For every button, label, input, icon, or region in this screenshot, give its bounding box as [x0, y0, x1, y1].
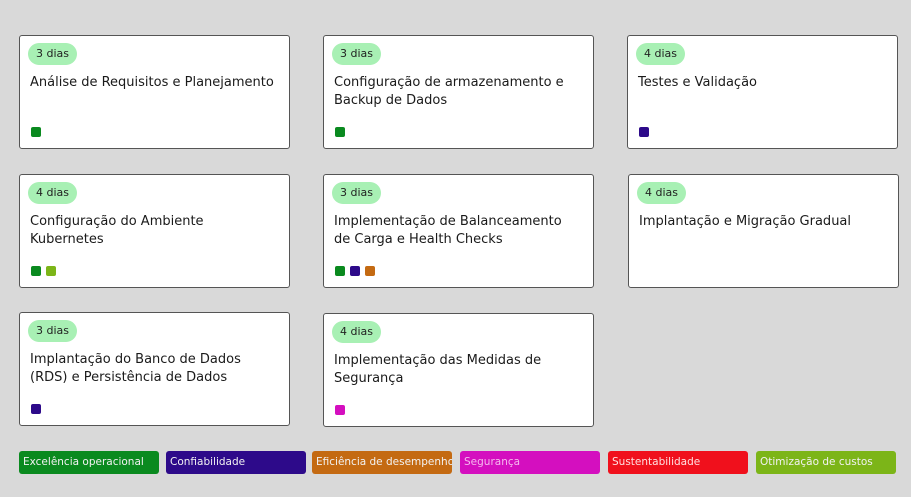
category-tag-dot: [31, 404, 41, 414]
duration-badge: 4 dias: [636, 43, 686, 65]
legend-label: Segurança: [464, 456, 521, 468]
task-title: Testes e Validação: [638, 75, 757, 90]
legend-sustainability[interactable]: Sustentabilidade: [608, 451, 748, 474]
tag-dots: [335, 405, 345, 415]
task-title: Implantação e Migração Gradual: [639, 214, 852, 229]
legend-security[interactable]: Segurança: [460, 451, 600, 474]
duration-badge: 3 dias: [332, 43, 382, 65]
task-card[interactable]: 3 dias Configuração de armazenamento e B…: [323, 35, 594, 149]
legend-operational-excellence[interactable]: Excelência operacional: [19, 451, 159, 474]
tag-dots: [31, 266, 56, 276]
tag-dots: [31, 404, 41, 414]
category-tag-dot: [335, 127, 345, 137]
tag-dots: [639, 127, 649, 137]
task-card[interactable]: 4 dias Testes e Validação: [627, 35, 898, 149]
task-card[interactable]: 4 dias Configuração do Ambiente Kubernet…: [19, 174, 290, 288]
task-title: Configuração de armazenamento e Backup d…: [334, 75, 564, 108]
duration-badge: 4 dias: [637, 182, 687, 204]
category-tag-dot: [639, 127, 649, 137]
duration-badge: 4 dias: [332, 321, 382, 343]
task-title: Implementação de Balanceamento de Carga …: [334, 214, 562, 247]
legend-label: Otimização de custos: [760, 456, 873, 468]
tag-dots: [335, 127, 345, 137]
task-card[interactable]: 3 dias Implantação do Banco de Dados (RD…: [19, 312, 290, 426]
duration-badge: 3 dias: [28, 43, 78, 65]
legend-label: Confiabilidade: [170, 456, 246, 468]
legend-label: Sustentabilidade: [612, 456, 701, 468]
category-tag-dot: [350, 266, 360, 276]
tag-dots: [335, 266, 375, 276]
category-tag-dot: [335, 405, 345, 415]
legend-label: Eficiência de desempenho: [316, 456, 452, 468]
task-title: Configuração do Ambiente Kubernetes: [30, 214, 204, 247]
task-title: Análise de Requisitos e Planejamento: [30, 75, 274, 90]
duration-badge: 4 dias: [28, 182, 78, 204]
category-tag-dot: [46, 266, 56, 276]
task-card[interactable]: 4 dias Implementação das Medidas de Segu…: [323, 313, 594, 427]
legend-reliability[interactable]: Confiabilidade: [166, 451, 306, 474]
legend-cost-optimization[interactable]: Otimização de custos: [756, 451, 896, 474]
tag-dots: [31, 127, 41, 137]
legend-performance-efficiency[interactable]: Eficiência de desempenho: [312, 451, 452, 474]
task-title: Implementação das Medidas de Segurança: [334, 353, 542, 386]
category-tag-dot: [31, 127, 41, 137]
task-title: Implantação do Banco de Dados (RDS) e Pe…: [30, 352, 241, 385]
duration-badge: 3 dias: [332, 182, 382, 204]
task-card[interactable]: 3 dias Análise de Requisitos e Planejame…: [19, 35, 290, 149]
task-card[interactable]: 4 dias Implantação e Migração Gradual: [628, 174, 899, 288]
category-tag-dot: [365, 266, 375, 276]
category-tag-dot: [335, 266, 345, 276]
legend-label: Excelência operacional: [23, 456, 144, 468]
duration-badge: 3 dias: [28, 320, 78, 342]
category-tag-dot: [31, 266, 41, 276]
task-card[interactable]: 3 dias Implementação de Balanceamento de…: [323, 174, 594, 288]
